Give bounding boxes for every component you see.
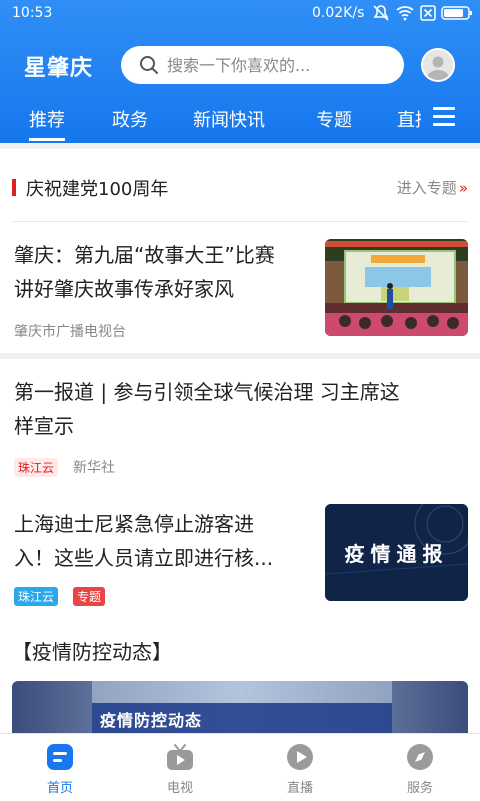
special-topic-header[interactable]: 庆祝建党100周年 进入专题» <box>0 163 480 223</box>
news-thumbnail <box>325 239 468 336</box>
tab-special[interactable]: 专题 <box>316 106 352 132</box>
news-source: 新华社 <box>73 460 115 476</box>
news-thumbnail: 疫情通报 <box>325 504 468 601</box>
nav-service-label: 服务 <box>406 781 433 796</box>
nav-tv[interactable]: 电视 <box>120 734 240 801</box>
tab-news-flash[interactable]: 新闻快讯 <box>193 106 265 132</box>
special-topic-title: 庆祝建党100周年 <box>26 179 169 200</box>
enter-special-label: 进入专题 <box>396 179 457 197</box>
user-avatar-icon <box>423 50 453 80</box>
home-icon <box>47 744 73 770</box>
app-logo: 星肇庆 <box>24 56 94 81</box>
divider <box>0 353 480 359</box>
news-title: 上海迪士尼紧急停止游客进 入！这些人员请立即进行核... <box>14 512 274 570</box>
tab-recommend[interactable]: 推荐 <box>29 106 65 141</box>
mute-icon <box>373 5 389 21</box>
nav-live[interactable]: 直播 <box>240 734 360 801</box>
section-marker <box>12 179 16 196</box>
search-bar[interactable] <box>121 46 404 84</box>
category-tabs: 推荐 政务 新闻快讯 专题 直播 <box>0 98 480 143</box>
section-title: 【疫情防控动态】 <box>12 640 172 664</box>
tab-government[interactable]: 政务 <box>112 106 148 132</box>
nav-service[interactable]: 服务 <box>360 734 480 801</box>
search-input[interactable] <box>167 52 387 78</box>
nav-home[interactable]: 首页 <box>0 734 120 801</box>
nav-home-label: 首页 <box>46 781 73 796</box>
play-icon <box>287 744 313 770</box>
news-title: 肇庆：第九届“故事大王”比赛 讲好肇庆故事传承好家风 <box>14 243 275 301</box>
double-chevron-icon: » <box>458 179 468 197</box>
status-bar: 10:53 0.02K/s <box>0 0 480 28</box>
news-source: 肇庆市广播电视台 <box>14 324 126 340</box>
section-banner[interactable]: 疫情防控动态 <box>12 681 468 733</box>
compass-icon <box>407 744 433 770</box>
tv-icon <box>167 744 193 770</box>
thumbnail-caption: 疫情通报 <box>344 542 449 566</box>
nav-live-label: 直播 <box>286 781 313 796</box>
divider <box>0 143 480 149</box>
avatar[interactable] <box>421 48 455 82</box>
news-title: 第一报道 | 参与引领全球气候治理 习主席这 样宣示 <box>14 380 400 438</box>
search-icon <box>140 56 158 74</box>
nav-tv-label: 电视 <box>166 781 193 796</box>
sim-icon <box>420 5 436 21</box>
tab-live[interactable]: 直播 <box>397 106 421 132</box>
bottom-navigation: 首页 电视 直播 服务 <box>0 733 480 800</box>
feed: 庆祝建党100周年 进入专题» 肇庆：第九届“故事大王”比赛 讲好肇庆故事传承好… <box>0 143 480 733</box>
status-time: 10:53 <box>12 5 53 21</box>
network-speed: 0.02K/s <box>312 5 365 21</box>
topic-tag: 专题 <box>73 587 106 606</box>
menu-icon[interactable] <box>433 107 455 127</box>
divider <box>12 221 468 222</box>
top-bar: 星肇庆 <box>0 28 480 98</box>
enter-special-link[interactable]: 进入专题» <box>397 177 468 198</box>
banner-caption: 疫情防控动态 <box>100 711 203 730</box>
battery-icon <box>441 6 472 20</box>
wifi-icon <box>396 6 414 21</box>
source-tag: 珠江云 <box>14 458 59 477</box>
app-header: 10:53 0.02K/s 星肇庆 搜索一下你喜欢的... 推荐 政务 新闻快讯… <box>0 0 480 143</box>
source-tag: 珠江云 <box>14 587 59 606</box>
